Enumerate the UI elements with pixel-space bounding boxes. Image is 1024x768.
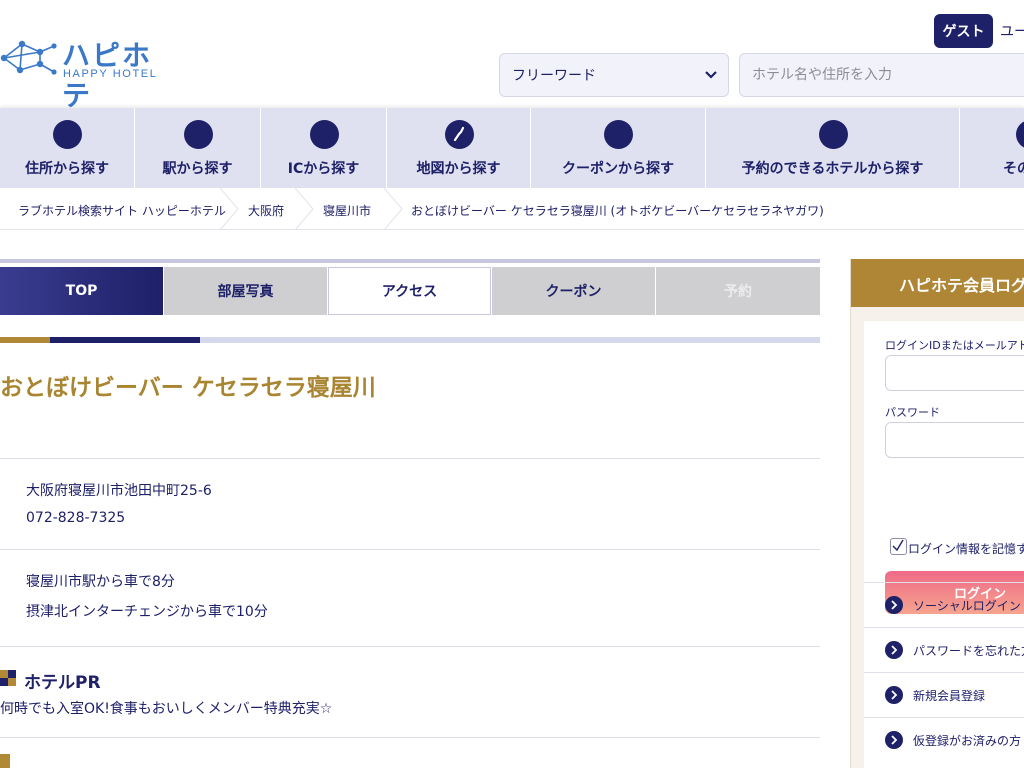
location-icon xyxy=(53,120,82,149)
hotel-address: 大阪府寝屋川市池田中町25-6 xyxy=(26,483,212,499)
tab-top[interactable]: TOP xyxy=(0,267,163,315)
highway-icon xyxy=(310,120,339,149)
nav-label: 予約のできるホテルから探す xyxy=(741,161,924,177)
breadcrumb-item[interactable]: ラブホテル検索サイト ハッピーホテル xyxy=(18,202,226,219)
logo-subtext: HAPPY HOTEL xyxy=(63,68,158,80)
social-login-link[interactable]: ソーシャルログイン xyxy=(864,582,1024,627)
breadcrumb-item[interactable]: 寝屋川市 xyxy=(323,202,371,219)
checkmark-icon xyxy=(892,539,904,552)
reservation-icon xyxy=(819,120,848,149)
nav-label: 駅から探す xyxy=(162,161,233,177)
member-login-panel: ハピホテ会員ログ ログインIDまたはメールアドレ パスワード ログイン情報を記憶… xyxy=(850,259,1024,768)
chevron-down-icon xyxy=(705,71,717,79)
nav-label: クーポンから探す xyxy=(562,161,674,177)
breadcrumb-separator-icon xyxy=(219,188,239,230)
chevron-right-icon xyxy=(885,686,903,704)
link-label: ソーシャルログイン xyxy=(913,599,1021,613)
coupon-icon xyxy=(604,120,633,149)
nav-label: 住所から探す xyxy=(25,161,109,177)
chevron-right-icon xyxy=(885,596,903,614)
link-label: 新規会員登録 xyxy=(913,689,986,703)
tab-coupon[interactable]: クーポン xyxy=(492,267,655,315)
search-type-select[interactable]: フリーワード xyxy=(499,53,729,97)
provisional-registration-link[interactable]: 仮登録がお済みの方 xyxy=(864,717,1024,762)
tab-reserve: 予約 xyxy=(656,267,820,315)
search-input[interactable] xyxy=(739,53,1024,97)
more-icon xyxy=(1016,120,1024,149)
nav-station[interactable]: 駅から探す xyxy=(135,108,261,188)
nav-other[interactable]: その他 xyxy=(960,108,1024,188)
hotel-phone[interactable]: 072-828-7325 xyxy=(26,510,125,526)
remember-label: ログイン情報を記憶す xyxy=(908,542,1024,556)
chevron-right-icon xyxy=(885,731,903,749)
chevron-right-icon xyxy=(885,641,903,659)
divider xyxy=(0,458,820,459)
login-id-label: ログインIDまたはメールアドレ xyxy=(885,339,1024,352)
login-title: ハピホテ会員ログ xyxy=(851,259,1024,307)
link-label: 仮登録がお済みの方 xyxy=(913,734,1022,748)
password-field[interactable] xyxy=(885,422,1024,458)
nav-label: その他 xyxy=(1003,161,1024,177)
user-link[interactable]: ユー xyxy=(1000,21,1024,41)
nav-reservation[interactable]: 予約のできるホテルから探す xyxy=(706,108,960,188)
hotel-name: おとぼけビーバー ケセラセラ寝屋川 xyxy=(0,375,376,401)
guest-button[interactable]: ゲスト xyxy=(934,14,993,48)
password-label: パスワード xyxy=(885,406,940,419)
breadcrumb-separator-icon xyxy=(294,188,314,230)
section-marker-icon xyxy=(0,754,10,768)
accent-bar xyxy=(0,337,820,343)
logo-network-icon xyxy=(0,40,57,75)
divider xyxy=(0,549,820,550)
happy-hotel-logo[interactable]: ハピホテ HAPPY HOTEL xyxy=(0,34,175,112)
access-station: 寝屋川市駅から車で8分 xyxy=(26,574,175,590)
divider xyxy=(0,646,820,647)
hotel-tabs: TOP 部屋写真 アクセス クーポン 予約 xyxy=(0,259,820,315)
login-form: ログインIDまたはメールアドレ パスワード ログイン情報を記憶す ログイン ソー… xyxy=(864,321,1024,768)
breadcrumb-item[interactable]: 大阪府 xyxy=(248,202,284,219)
map-icon xyxy=(445,120,474,149)
forgot-password-link[interactable]: パスワードを忘れた方 xyxy=(864,627,1024,672)
link-label: パスワードを忘れた方 xyxy=(913,644,1024,658)
divider xyxy=(0,737,820,738)
nav-address[interactable]: 住所から探す xyxy=(0,108,135,188)
tab-photos[interactable]: 部屋写真 xyxy=(164,267,327,315)
nav-label: ICから探す xyxy=(287,161,360,177)
breadcrumb: ラブホテル検索サイト ハッピーホテル 大阪府 寝屋川市 おとぼけビーバー ケセラ… xyxy=(0,188,1024,230)
nav-ic[interactable]: ICから探す xyxy=(261,108,387,188)
breadcrumb-separator-icon xyxy=(383,188,403,230)
nav-map[interactable]: 地図から探す xyxy=(387,108,531,188)
login-id-field[interactable] xyxy=(885,355,1024,391)
section-checker-icon xyxy=(0,670,16,686)
hotel-pr-text: 何時でも入室OK!食事もおいしくメンバー特典充実☆ xyxy=(0,701,333,717)
register-link[interactable]: 新規会員登録 xyxy=(864,672,1024,717)
search-type-value: フリーワード xyxy=(512,68,596,84)
access-highway: 摂津北インターチェンジから車で10分 xyxy=(26,604,268,620)
remember-checkbox[interactable] xyxy=(890,538,907,555)
station-icon xyxy=(184,120,213,149)
nav-coupon[interactable]: クーポンから探す xyxy=(531,108,706,188)
main-nav: 住所から探す 駅から探す ICから探す 地図から探す クーポンから探す 予約ので… xyxy=(0,108,1024,188)
breadcrumb-current: おとぼけビーバー ケセラセラ寝屋川 (オトボケビーバーケセラセラネヤガワ) xyxy=(411,204,824,218)
nav-label: 地図から探す xyxy=(416,161,501,177)
hotel-pr-title: ホテルPR xyxy=(24,673,101,693)
tab-access[interactable]: アクセス xyxy=(328,267,491,315)
page: ハピホテ HAPPY HOTEL ゲスト ユー フリーワード 住所から探す 駅か… xyxy=(0,0,1024,768)
